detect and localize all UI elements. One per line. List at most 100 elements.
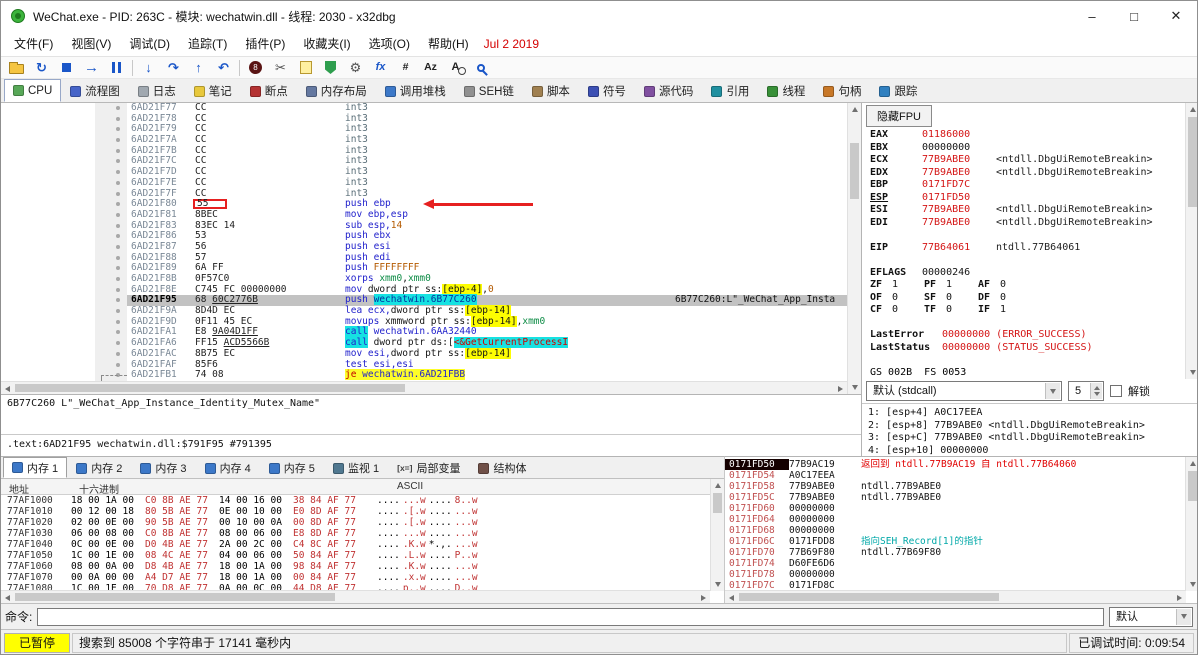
command-profile-select[interactable]: 默认 [1109,606,1193,627]
toolbar-open-file-icon[interactable] [5,58,28,78]
breakpoint-gutter[interactable] [95,316,127,328]
toolbar-shield-icon[interactable] [319,58,342,78]
tab-notes[interactable]: 笔记 [185,80,241,102]
scrollbar-thumb[interactable] [739,593,999,601]
memory-vscrollbar[interactable] [710,479,724,591]
argument-row[interactable]: 3: [esp+C] 77B9ABE0 <ntdll.DbgUiRemoteBr… [868,432,1193,445]
tab-call-stack[interactable]: 调用堆栈 [376,80,455,102]
breakpoint-gutter[interactable] [95,263,127,274]
scrollbar-thumb[interactable] [1188,117,1197,207]
disasm-row[interactable]: 6AD21F7A CC int3 [1,134,847,146]
segment-registers[interactable]: GS 002B FS 0053 [870,367,1185,380]
menu-item[interactable]: 追踪(T) [179,32,236,55]
stack-row[interactable]: 0171FD78 00000000 [725,569,1197,580]
tab-threads[interactable]: 线程 [758,80,814,102]
toolbar-find-text-icon[interactable]: A [444,58,467,78]
memory-row[interactable]: 77AF1010 00 12 00 18 80 5B AE 77 0E 00 10 0… [1,506,710,517]
stack-row[interactable]: 0171FD70 77B69F80 ntdll.77B69F80 [725,547,1197,558]
registers-vscrollbar[interactable] [1185,103,1197,379]
register-row[interactable]: ZF 1 PF 1 AF 0 [870,279,1185,292]
disasm-row[interactable]: 6AD21F77 CC int3 [1,103,847,114]
tab-dump-1[interactable]: 内存 1 [3,457,68,478]
breakpoint-gutter[interactable] [95,359,127,371]
register-row[interactable]: EAX 01186000 [870,129,1185,142]
tab-dump-3[interactable]: 内存 3 [131,458,195,478]
toolbar-pause-icon[interactable] [105,58,128,78]
disasm-row[interactable]: 6AD21F78 CC int3 [1,113,847,125]
toolbar-run-icon[interactable]: → [80,58,103,78]
close-button[interactable]: ✕ [1155,1,1197,31]
unlock-checkbox[interactable] [1110,385,1122,397]
scrollbar-thumb[interactable] [1188,471,1197,501]
toolbar-scissors-icon[interactable]: ✂ [269,58,292,78]
breakpoint-gutter[interactable] [95,113,127,125]
tab-cpu[interactable]: CPU [4,79,62,102]
scroll-up-icon[interactable] [848,103,861,116]
minimize-button[interactable]: – [1071,1,1113,31]
disasm-row[interactable]: 6AD21F86 53 push ebx [1,230,847,242]
register-row[interactable]: LastStatus 00000000 (STATUS_SUCCESS) [870,342,1185,355]
tab-dump-2[interactable]: 内存 2 [67,458,131,478]
toolbar-fx-icon[interactable]: fx [369,58,392,78]
register-row[interactable]: OF 0 SF 0 DF 0 [870,292,1185,305]
menu-item[interactable]: 选项(O) [360,32,419,55]
stack-row[interactable]: 0171FD50 77B9AC19 返回到 ntdll.77B9AC19 自 ntd… [725,459,1197,470]
stack-hscrollbar[interactable] [725,590,1186,603]
tab-seh[interactable]: SEH链 [455,80,523,102]
register-row[interactable]: CF 0 TF 0 IF 1 [870,304,1185,317]
disasm-vscrollbar[interactable] [847,103,861,394]
scrollbar-thumb[interactable] [850,143,859,199]
tab-memory-map[interactable]: 内存布局 [297,80,376,102]
memory-row[interactable]: 77AF1040 0C 00 0E 00 D0 4B AE 77 2A 00 2C 0… [1,539,710,550]
tab-dump-5[interactable]: 内存 5 [260,458,324,478]
scroll-up-icon[interactable] [711,479,724,492]
stack-row[interactable]: 0171FD54 A0C17EEA [725,470,1197,481]
stack-row[interactable]: 0171FD64 00000000 [725,514,1197,525]
breakpoint-gutter[interactable] [95,177,127,189]
disasm-row[interactable]: 6AD21F87 56 push esi [1,241,847,253]
breakpoint-gutter[interactable] [95,348,127,360]
toolbar-search-icon[interactable] [469,58,492,78]
tab-trace[interactable]: 跟踪 [870,80,926,102]
breakpoint-gutter[interactable] [95,231,127,242]
breakpoint-gutter[interactable] [95,156,127,168]
scroll-up-icon[interactable] [1186,457,1197,470]
hide-fpu-button[interactable]: 隐藏FPU [866,105,932,127]
disasm-row[interactable]: 6AD21F7E CC int3 [1,177,847,189]
breakpoint-gutter[interactable] [95,209,127,221]
disasm-row[interactable]: 6AD21F7C CC int3 [1,156,847,168]
toolbar-font-icon[interactable]: Az [419,58,442,78]
argument-row[interactable]: 2: [esp+8] 77B9ABE0 <ntdll.DbgUiRemoteBr… [868,420,1193,433]
menu-item[interactable]: 插件(P) [236,32,294,55]
toolbar-run-to-return-icon[interactable]: ↑ [187,58,210,78]
breakpoint-gutter[interactable] [95,241,127,253]
tab-dump-4[interactable]: 内存 4 [196,458,260,478]
scrollbar-thumb[interactable] [15,384,405,392]
breakpoint-gutter[interactable] [95,220,127,232]
disasm-row[interactable]: 6AD21FAC 8B75 EC mov esi,dword ptr ss:[ebp… [1,347,847,360]
scroll-down-icon[interactable] [1186,366,1197,379]
tab-locals[interactable]: [x=] 局部变量 [388,458,469,478]
breakpoint-gutter[interactable] [95,167,127,178]
toolbar-seatbelt-icon[interactable]: 8 [244,58,267,78]
disasm-row[interactable]: 6AD21F83 83EC 14 sub esp,14 [1,220,847,232]
scroll-up-icon[interactable] [1186,103,1197,116]
toolbar-hash-icon[interactable]: # [394,58,417,78]
register-row[interactable]: EBX 00000000 [870,142,1185,155]
disasm-row[interactable]: 6AD21F88 57 push edi [1,252,847,264]
memory-row[interactable]: 77AF1070 00 0A 00 00 A4 D7 AE 77 18 00 1A 0… [1,572,710,583]
memory-row[interactable]: 77AF1050 1C 00 1E 00 08 4C AE 77 04 00 06 0… [1,550,710,561]
stack-row[interactable]: 0171FD5C 77B9ABE0 ntdll.77B9ABE0 [725,492,1197,503]
disasm-row[interactable]: 6AD21F7D CC int3 [1,166,847,178]
stack-row[interactable]: 0171FD58 77B9ABE0 ntdll.77B9ABE0 [725,481,1197,492]
register-row[interactable]: EFLAGS 00000246 [870,267,1185,280]
tab-struct[interactable]: 结构体 [469,458,535,478]
breakpoint-gutter[interactable] [95,135,127,146]
tab-handles[interactable]: 句柄 [814,80,870,102]
disasm-row[interactable]: 6AD21F79 CC int3 [1,124,847,136]
tab-symbols[interactable]: 符号 [579,80,635,102]
toolbar-settings-gears-icon[interactable]: ⚙ [344,58,367,78]
disasm-row[interactable]: 6AD21F7B CC int3 [1,145,847,157]
spinner-arrows-icon[interactable] [1090,383,1102,399]
disasm-hscrollbar[interactable] [1,381,847,394]
